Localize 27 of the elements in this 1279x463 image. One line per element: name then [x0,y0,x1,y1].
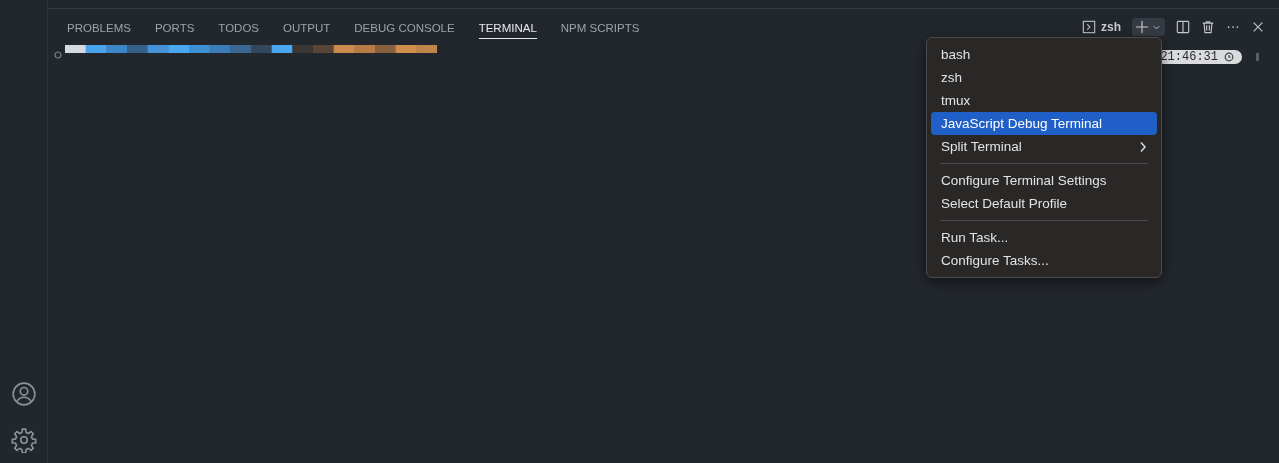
menu-item[interactable]: zsh [931,66,1157,89]
account-icon[interactable] [10,381,37,407]
settings-icon[interactable] [10,427,37,453]
clock-icon [1224,52,1234,62]
panel-tab[interactable]: TERMINAL [478,15,537,39]
menu-item[interactable]: JavaScript Debug Terminal [931,112,1157,135]
split-icon[interactable] [1176,20,1190,34]
prompt-dot-icon [54,51,62,59]
menu-item[interactable]: Select Default Profile [931,192,1157,215]
panel-tab[interactable]: NPM SCRIPTS [560,15,640,39]
menu-item[interactable]: Split Terminal [931,135,1157,158]
panel-tab[interactable]: PROBLEMS [67,15,131,39]
close-icon[interactable] [1251,20,1265,34]
panel-tab[interactable]: OUTPUT [283,15,331,39]
menu-item[interactable]: Configure Terminal Settings [931,169,1157,192]
trash-icon[interactable] [1201,20,1215,34]
menu-item[interactable]: Configure Tasks... [931,249,1157,272]
panel-tab[interactable]: TODOS [218,15,260,39]
panel-tab[interactable]: PORTS [154,15,195,39]
menu-item[interactable]: tmux [931,89,1157,112]
terminal-selector[interactable]: zsh [1082,20,1121,34]
add-icon[interactable] [1135,20,1149,34]
terminal-icon [1082,20,1096,34]
menu-item[interactable]: Run Task... [931,226,1157,249]
chevron-right-icon [1139,140,1147,153]
menu-item[interactable]: bash [931,43,1157,66]
panel-tab[interactable]: DEBUG CONSOLE [354,15,455,39]
